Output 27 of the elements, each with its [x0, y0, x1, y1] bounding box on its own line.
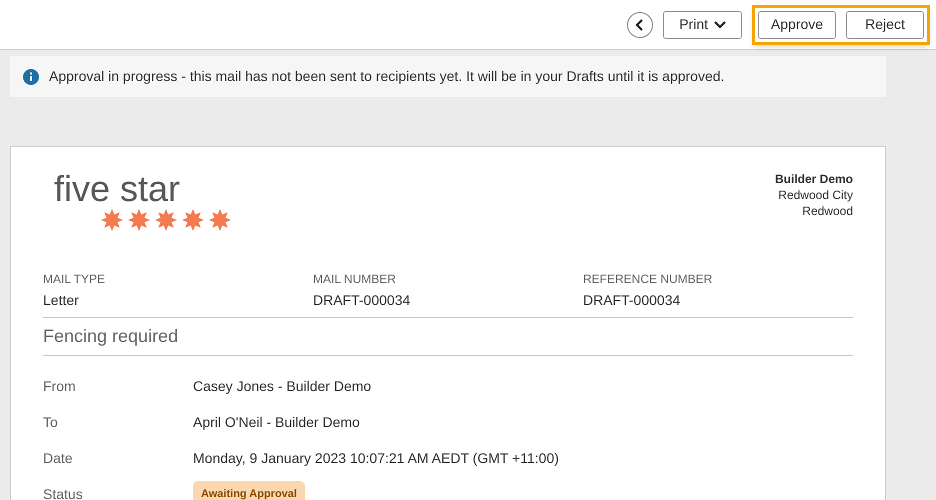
field-label: REFERENCE NUMBER — [583, 271, 714, 288]
detail-value: April O'Neil - Builder Demo — [193, 412, 360, 432]
company-address: Redwood — [802, 203, 853, 219]
detail-label: To — [43, 412, 59, 432]
chevron-left-icon — [635, 18, 646, 30]
field-value: DRAFT-000034 — [583, 291, 682, 310]
info-icon — [23, 68, 39, 84]
detail-value: Monday, 9 January 2023 10:07:21 AM AEDT (GMT +11:00) — [193, 448, 559, 468]
mail-subject: Fencing required — [43, 325, 180, 348]
detail-label: From — [43, 376, 77, 396]
company-address: Redwood City — [778, 187, 853, 203]
back-button[interactable] — [627, 12, 654, 38]
detail-value: Casey Jones - Builder Demo — [193, 376, 372, 396]
detail-label: Status — [43, 484, 84, 500]
field-label: MAIL TYPE — [43, 271, 106, 288]
field-value: Letter — [43, 291, 80, 310]
print-button[interactable]: Print — [663, 10, 742, 38]
detail-label: Date — [43, 448, 74, 468]
logo-text: five star — [54, 171, 182, 207]
field-value: DRAFT-000034 — [313, 291, 412, 310]
chevron-down-icon — [714, 20, 726, 28]
banner-message: Approval in progress - this mail has not been sent to recipients yet. It will be in your Drafts until it is approved. — [49, 67, 724, 86]
field-label: MAIL NUMBER — [313, 271, 397, 288]
approve-button[interactable]: Approve — [758, 10, 836, 38]
status-badge: Awaiting Approval — [193, 480, 305, 500]
company-name: Builder Demo — [774, 171, 853, 187]
reject-button[interactable]: Reject — [846, 10, 924, 38]
